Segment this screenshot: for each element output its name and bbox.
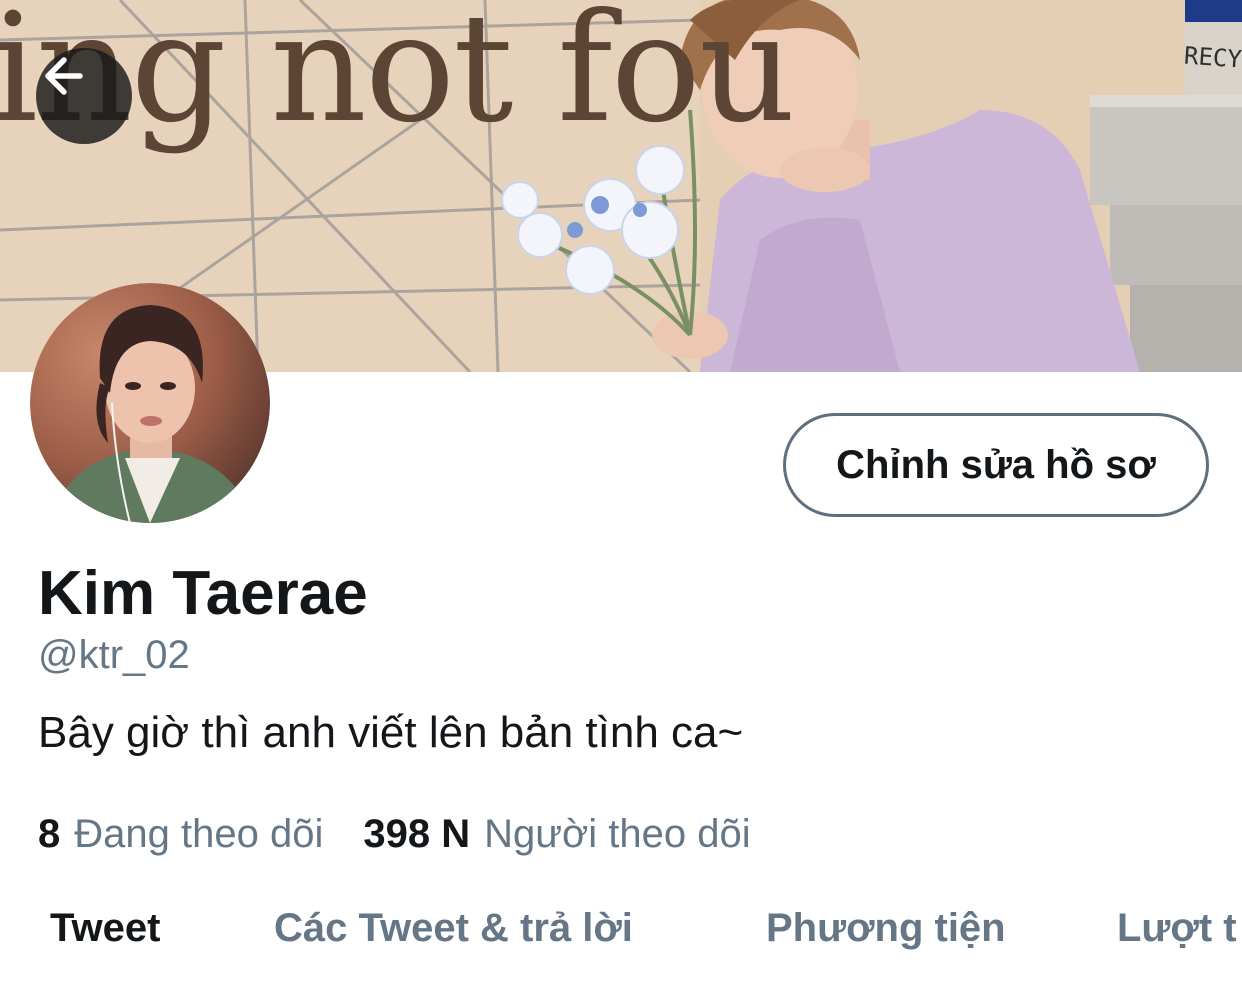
- profile-page: ing not fou RECYC Chỉnh sửa hồ sơ Kim Ta…: [0, 0, 1242, 997]
- profile-tabs: Tweet Các Tweet & trả lời Phương tiện Lư…: [0, 900, 1242, 970]
- following-label: Đang theo dõi: [74, 812, 324, 856]
- profile-bio: Bây giờ thì anh viết lên bản tình ca~: [38, 708, 744, 757]
- tab-likes[interactable]: Lượt t: [1117, 906, 1237, 951]
- tab-tweets[interactable]: Tweet: [50, 906, 160, 951]
- followers-count: 398 N: [363, 812, 471, 856]
- avatar-photo: [30, 283, 270, 523]
- back-button[interactable]: [36, 48, 132, 144]
- username-handle: @ktr_02: [38, 633, 190, 677]
- banner-sign-text: RECYC: [1183, 41, 1242, 75]
- edit-profile-button[interactable]: Chỉnh sửa hồ sơ: [783, 413, 1209, 517]
- followers-link[interactable]: 398 N Người theo dõi: [363, 812, 750, 857]
- following-link[interactable]: 8 Đang theo dõi: [38, 812, 323, 857]
- tab-media[interactable]: Phương tiện: [766, 906, 1006, 951]
- follow-stats: 8 Đang theo dõi 398 N Người theo dõi: [38, 812, 751, 857]
- tab-tweets-and-replies[interactable]: Các Tweet & trả lời: [274, 906, 633, 951]
- arrow-left-icon: [45, 57, 83, 95]
- followers-label: Người theo dõi: [484, 812, 751, 856]
- avatar[interactable]: [30, 283, 270, 523]
- following-count: 8: [38, 812, 61, 856]
- display-name: Kim Taerae: [38, 559, 368, 628]
